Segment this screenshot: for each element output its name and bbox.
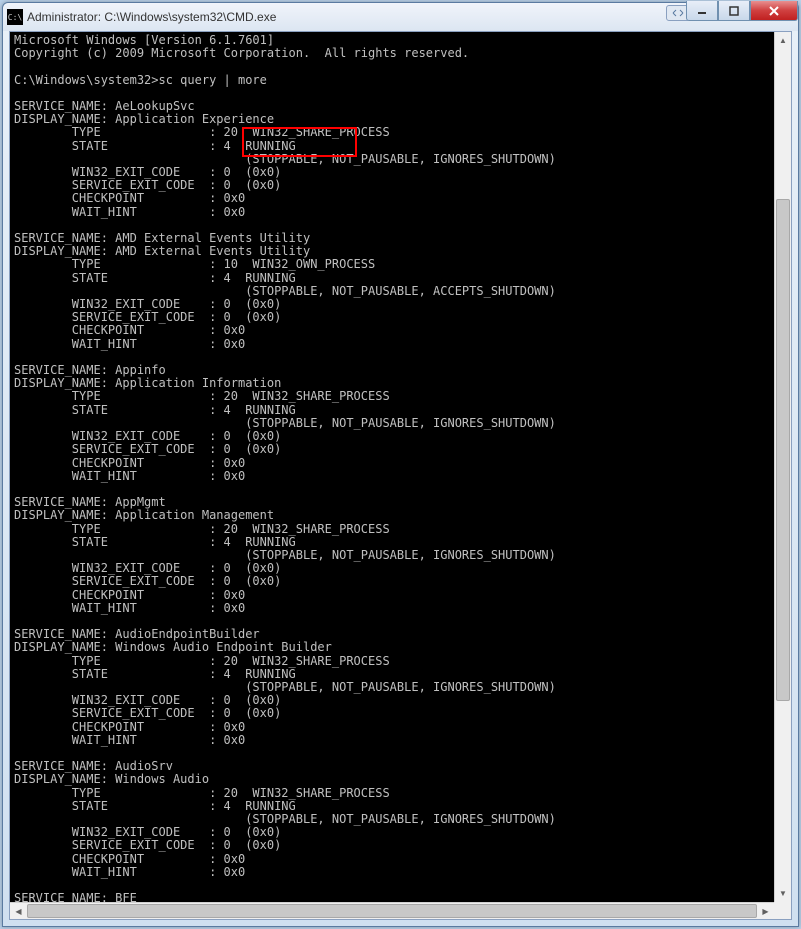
window-frame: C:\ Administrator: C:\Windows\system32\C…: [2, 2, 799, 927]
scroll-right-arrow-icon[interactable]: ▶: [757, 903, 774, 919]
horizontal-scrollbar[interactable]: ◀ ▶: [10, 902, 774, 919]
maximize-button[interactable]: [718, 1, 750, 21]
minimize-button[interactable]: [686, 1, 718, 21]
close-button[interactable]: [750, 1, 798, 21]
vertical-scrollbar[interactable]: ▲ ▼: [774, 32, 791, 902]
scroll-left-arrow-icon[interactable]: ◀: [10, 903, 27, 919]
titlebar[interactable]: C:\ Administrator: C:\Windows\system32\C…: [3, 3, 798, 31]
window-controls: [686, 1, 798, 21]
scroll-up-arrow-icon[interactable]: ▲: [775, 32, 791, 49]
scroll-down-arrow-icon[interactable]: ▼: [775, 885, 791, 902]
console-output[interactable]: Microsoft Windows [Version 6.1.7601] Cop…: [10, 32, 791, 919]
scroll-corner: [774, 902, 791, 919]
horizontal-scroll-thumb[interactable]: [27, 904, 757, 918]
horizontal-scroll-track[interactable]: [27, 903, 757, 919]
vertical-scroll-thumb[interactable]: [776, 199, 790, 701]
cmd-icon: C:\: [7, 9, 23, 25]
console-container: Microsoft Windows [Version 6.1.7601] Cop…: [9, 31, 792, 920]
vertical-scroll-track[interactable]: [775, 49, 791, 885]
